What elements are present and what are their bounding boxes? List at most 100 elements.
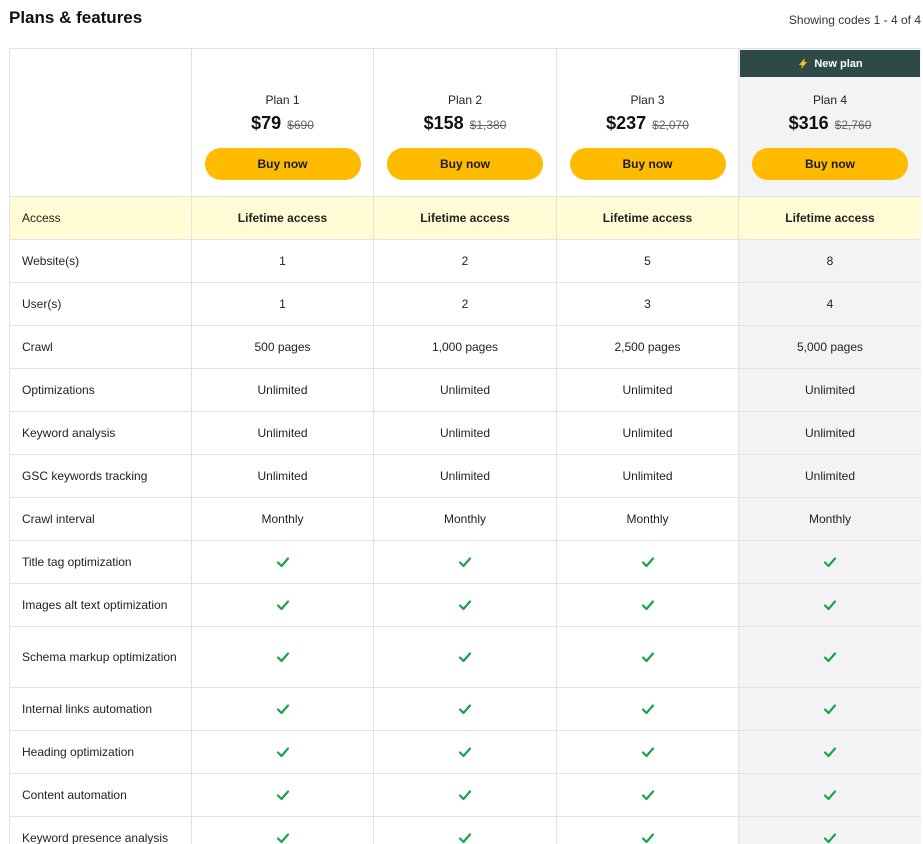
feature-check-cell [192, 688, 374, 731]
feature-value: Monthly [374, 498, 557, 541]
plan-column-header: Plan 2 $158 $1,380 Buy now [374, 49, 557, 197]
check-icon [823, 833, 837, 844]
feature-check-cell [374, 688, 557, 731]
buy-now-button[interactable]: Buy now [752, 148, 908, 180]
check-icon [641, 652, 654, 663]
feature-value: 4 [739, 283, 921, 326]
new-plan-banner: New plan [740, 50, 920, 77]
feature-check-cell [374, 731, 557, 774]
feature-check-cell [192, 817, 374, 844]
feature-check-cell [739, 774, 921, 817]
new-plan-label: New plan [814, 57, 863, 70]
check-icon [276, 704, 289, 715]
plan-price: $237 [606, 113, 647, 133]
feature-label: GSC keywords tracking [10, 455, 192, 498]
feature-value: Unlimited [739, 412, 921, 455]
check-icon [458, 747, 472, 758]
feature-value: Lifetime access [192, 197, 374, 240]
feature-value: Unlimited [557, 455, 739, 498]
check-icon [276, 557, 289, 568]
feature-value: Monthly [192, 498, 374, 541]
feature-value: 5 [557, 240, 739, 283]
check-icon [641, 557, 654, 568]
feature-label: Internal links automation [10, 688, 192, 731]
check-icon [458, 833, 472, 844]
plans-comparison-table: Plan 1 $79 $690 Buy now Plan 2 $158 $1,3… [9, 48, 921, 844]
plan-old-price: $690 [287, 118, 314, 132]
feature-label: Crawl [10, 326, 192, 369]
feature-value: 3 [557, 283, 739, 326]
check-icon [641, 747, 654, 758]
check-icon [276, 600, 289, 611]
feature-check-cell [557, 774, 739, 817]
check-icon [458, 557, 472, 568]
feature-label: Title tag optimization [10, 541, 192, 584]
feature-value: 500 pages [192, 326, 374, 369]
feature-value: Unlimited [557, 412, 739, 455]
buy-now-button[interactable]: Buy now [387, 148, 543, 180]
feature-check-cell [192, 774, 374, 817]
check-icon [276, 833, 289, 844]
feature-label: Optimizations [10, 369, 192, 412]
feature-value: Unlimited [374, 369, 557, 412]
feature-value: Unlimited [192, 412, 374, 455]
page-title: Plans & features [9, 8, 143, 27]
feature-check-cell [739, 584, 921, 627]
plan-name: Plan 3 [630, 93, 665, 107]
feature-value: 2,500 pages [557, 326, 739, 369]
feature-value: Unlimited [374, 455, 557, 498]
feature-value: 2 [374, 283, 557, 326]
check-icon [823, 652, 837, 663]
buy-now-button[interactable]: Buy now [204, 148, 361, 180]
check-icon [458, 704, 472, 715]
feature-check-cell [557, 817, 739, 844]
check-icon [276, 790, 289, 801]
feature-check-cell [557, 541, 739, 584]
feature-value: 1,000 pages [374, 326, 557, 369]
feature-check-cell [739, 627, 921, 688]
plan-name: Plan 4 [812, 93, 848, 107]
feature-check-cell [192, 627, 374, 688]
check-icon [823, 747, 837, 758]
check-icon [823, 600, 837, 611]
feature-value: Unlimited [557, 369, 739, 412]
plan-price-row: $79 $690 [251, 113, 314, 134]
check-icon [641, 600, 654, 611]
check-icon [458, 600, 472, 611]
feature-check-cell [192, 584, 374, 627]
feature-check-cell [557, 627, 739, 688]
feature-check-cell [557, 731, 739, 774]
plan-column-header: Plan 1 $79 $690 Buy now [192, 49, 374, 197]
feature-label: Content automation [10, 774, 192, 817]
check-icon [641, 704, 654, 715]
feature-value: Unlimited [192, 369, 374, 412]
feature-check-cell [739, 731, 921, 774]
feature-check-cell [374, 627, 557, 688]
plan-price: $316 [788, 113, 829, 133]
feature-check-cell [192, 731, 374, 774]
check-icon [641, 790, 654, 801]
check-icon [823, 557, 837, 568]
feature-check-cell [374, 774, 557, 817]
feature-check-cell [557, 584, 739, 627]
buy-now-button[interactable]: Buy now [569, 148, 726, 180]
feature-check-cell [739, 817, 921, 844]
table-corner [10, 49, 192, 197]
feature-check-cell [374, 541, 557, 584]
feature-value: 8 [739, 240, 921, 283]
feature-label: Keyword analysis [10, 412, 192, 455]
plan-name: Plan 1 [265, 93, 300, 107]
feature-check-cell [557, 688, 739, 731]
plan-price: $79 [251, 113, 282, 133]
lightning-icon [799, 58, 808, 69]
feature-check-cell [374, 817, 557, 844]
check-icon [458, 790, 472, 801]
feature-value: 1 [192, 283, 374, 326]
feature-label: Schema markup optimization [10, 627, 192, 688]
feature-label: Images alt text optimization [10, 584, 192, 627]
feature-value: Lifetime access [739, 197, 921, 240]
feature-value: Monthly [557, 498, 739, 541]
feature-label: Keyword presence analysis [10, 817, 192, 844]
feature-value: Unlimited [739, 369, 921, 412]
check-icon [276, 652, 289, 663]
